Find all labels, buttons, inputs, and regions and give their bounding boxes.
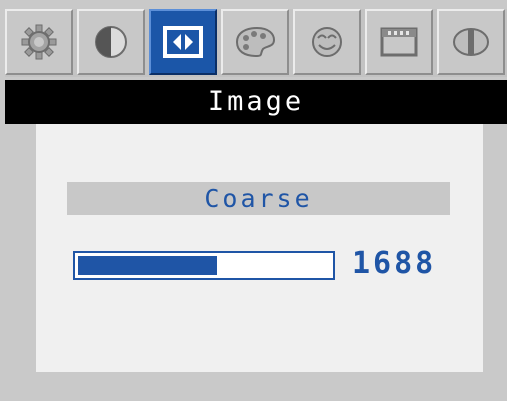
tab-brightness[interactable]: [5, 9, 73, 75]
menu-window-icon: [380, 27, 418, 57]
icon-tab-bar: [5, 9, 507, 77]
face-icon: [312, 27, 342, 57]
reset-circle-icon: [453, 28, 489, 56]
tab-color[interactable]: [221, 9, 289, 75]
menu-title: Image: [5, 80, 507, 124]
tab-image[interactable]: [149, 9, 217, 75]
tab-face[interactable]: [293, 9, 361, 75]
color-palette-icon: [235, 26, 276, 58]
parameter-value: 1688: [352, 246, 437, 281]
osd-menu: Image Coarse 1688: [0, 0, 507, 401]
tab-reset[interactable]: [437, 9, 505, 75]
contrast-half-circle-icon: [95, 26, 127, 58]
sun-brightness-icon: [21, 24, 57, 60]
tab-menu[interactable]: [365, 9, 433, 75]
tab-contrast[interactable]: [77, 9, 145, 75]
image-settings-icon: [163, 26, 203, 58]
slider-fill: [78, 256, 217, 275]
settings-panel: Coarse 1688: [36, 124, 483, 372]
parameter-label: Coarse: [67, 182, 450, 215]
parameter-slider[interactable]: [73, 251, 335, 280]
